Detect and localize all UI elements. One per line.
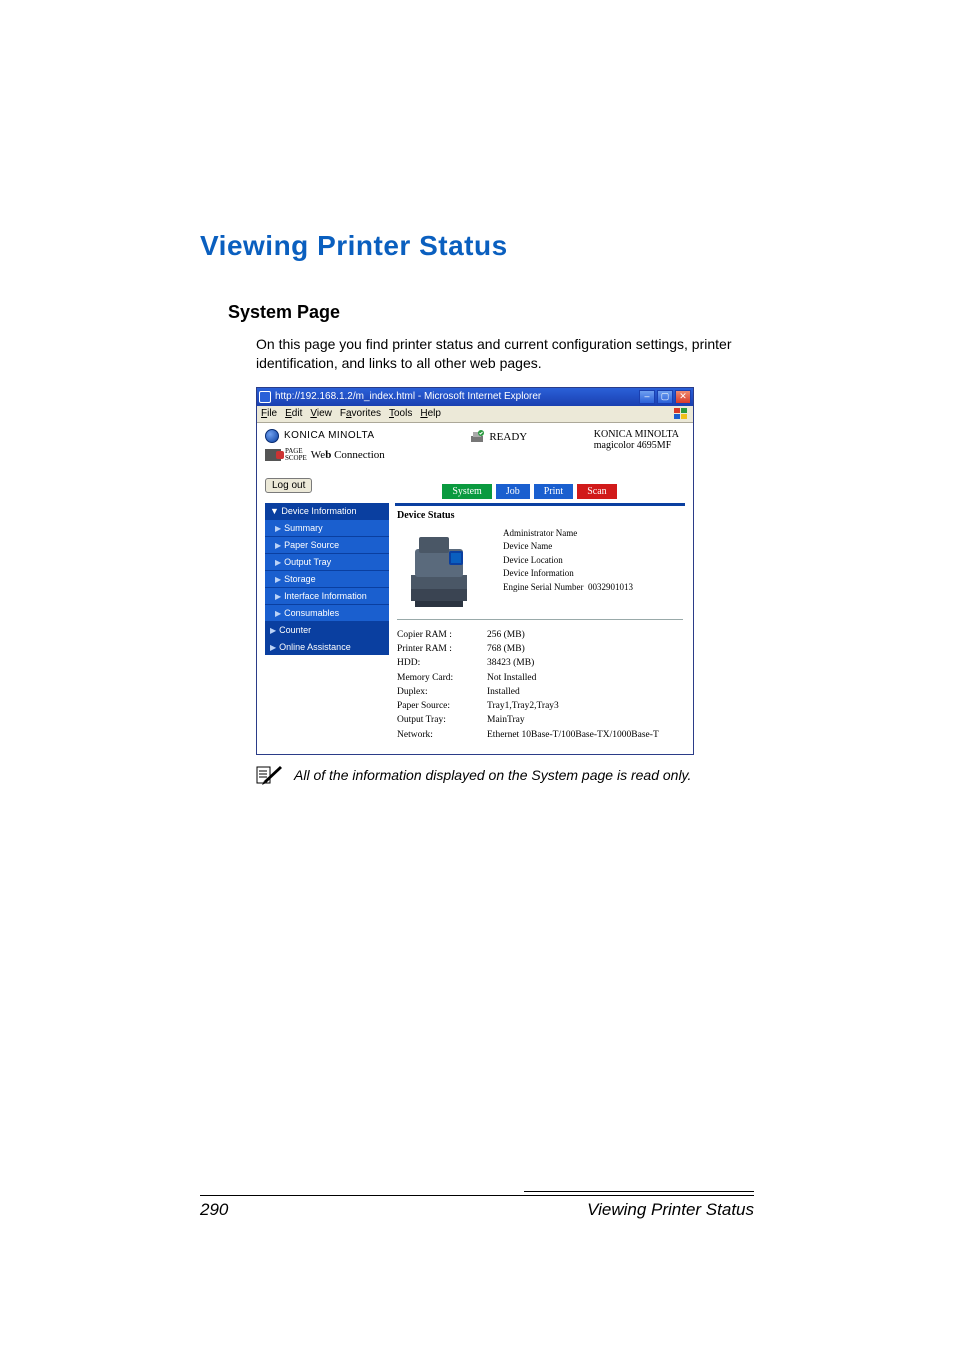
tab-job[interactable]: Job	[496, 484, 530, 499]
panel-title: Device Status	[395, 506, 685, 527]
tab-system[interactable]: System	[442, 484, 491, 499]
status-block: READY	[469, 429, 527, 445]
menu-favorites[interactable]: Favorites	[340, 408, 381, 419]
main-panel: Device Status Administrator Nam	[395, 503, 685, 746]
model-block: KONICA MINOLTA magicolor 4695MF	[594, 429, 679, 451]
ie-icon	[259, 391, 271, 403]
menu-edit[interactable]: Edit	[285, 408, 302, 419]
sidebar-item-interface-info[interactable]: ▶Interface Information	[265, 587, 389, 604]
pagescope-label: PAGESCOPE	[285, 448, 307, 462]
menu-help[interactable]: Help	[420, 408, 441, 419]
page-heading: Viewing Printer Status	[200, 230, 754, 262]
menu-tools[interactable]: Tools	[389, 408, 412, 419]
window-minimize-button[interactable]: –	[639, 390, 655, 404]
tab-scan[interactable]: Scan	[577, 484, 616, 499]
menu-view[interactable]: View	[310, 408, 332, 419]
sidebar-item-consumables[interactable]: ▶Consumables	[265, 604, 389, 621]
pagescope-icon	[265, 449, 281, 461]
body-text: On this page you find printer status and…	[256, 335, 754, 373]
sidebar-item-counter[interactable]: ▶Counter	[265, 621, 389, 638]
spec-grid: Copier RAM :256 (MB) Printer RAM :768 (M…	[395, 628, 685, 746]
device-info-list: Administrator Name Device Name Device Lo…	[503, 527, 633, 595]
window-close-button[interactable]: ✕	[675, 390, 691, 404]
page-number: 290	[200, 1200, 228, 1220]
sidebar-item-storage[interactable]: ▶Storage	[265, 570, 389, 587]
menu-bar: File Edit View Favorites Tools Help	[257, 406, 693, 423]
status-text: READY	[489, 431, 527, 443]
sidebar-head-device-info[interactable]: ▼ Device Information	[265, 503, 389, 519]
page-footer: 290 Viewing Printer Status	[200, 1191, 754, 1220]
globe-icon	[265, 429, 279, 443]
printer-illustration-icon	[397, 527, 485, 611]
footer-title: Viewing Printer Status	[587, 1200, 754, 1220]
brand-name: KONICA MINOLTA	[284, 430, 375, 441]
sidebar: ▼ Device Information ▶Summary ▶Paper Sou…	[265, 503, 389, 746]
tab-bar: System Job Print Scan	[442, 484, 616, 499]
windows-flag-icon	[673, 407, 689, 421]
window-maximize-button[interactable]: ▢	[657, 390, 673, 404]
window-title: http://192.168.1.2/m_index.html - Micros…	[275, 391, 541, 402]
note-text: All of the information displayed on the …	[294, 767, 691, 783]
menu-file[interactable]: File	[261, 408, 277, 419]
logout-button[interactable]: Log out	[265, 478, 312, 493]
note-icon	[256, 765, 284, 785]
sidebar-item-online-assistance[interactable]: ▶Online Assistance	[265, 638, 389, 655]
printer-ready-icon	[469, 429, 485, 445]
brand-block: KONICA MINOLTA PAGESCOPE Web Web Connect…	[265, 429, 385, 462]
sidebar-item-output-tray[interactable]: ▶Output Tray	[265, 553, 389, 570]
tab-print[interactable]: Print	[534, 484, 573, 499]
browser-window: http://192.168.1.2/m_index.html - Micros…	[256, 387, 694, 755]
sidebar-item-summary[interactable]: ▶Summary	[265, 519, 389, 536]
sidebar-item-paper-source[interactable]: ▶Paper Source	[265, 536, 389, 553]
web-connection-label: Web Web ConnectionConnection	[311, 449, 385, 461]
section-heading: System Page	[228, 302, 754, 323]
window-titlebar: http://192.168.1.2/m_index.html - Micros…	[257, 388, 693, 406]
